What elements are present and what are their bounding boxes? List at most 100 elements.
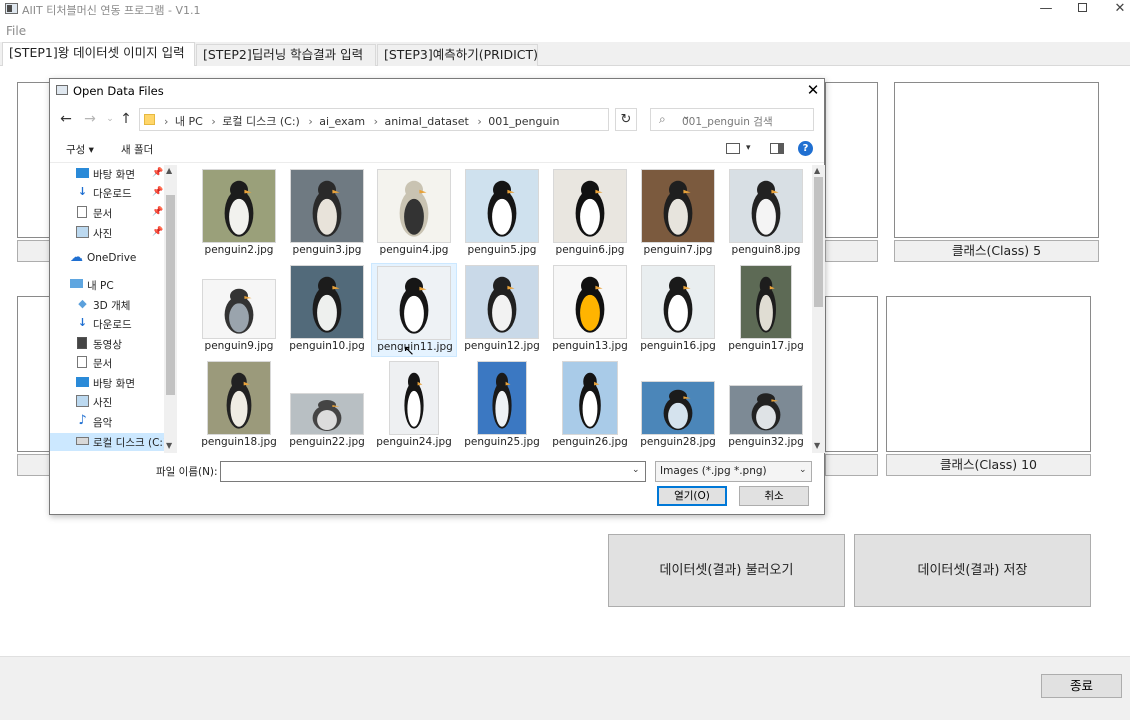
nav-item-desktop-pc[interactable]: 바탕 화면 — [76, 374, 164, 392]
nav-scroll-thumb[interactable] — [166, 195, 175, 395]
file-item[interactable]: penguin26.jpg — [547, 359, 633, 453]
penguin-thumbnail-icon — [562, 361, 618, 435]
file-item[interactable]: penguin6.jpg — [547, 167, 633, 261]
scroll-up-icon[interactable]: ▲ — [814, 166, 820, 175]
filename-input[interactable] — [220, 461, 646, 482]
cancel-button[interactable]: 취소 — [739, 486, 809, 506]
file-item[interactable]: penguin10.jpg — [284, 263, 370, 357]
forward-arrow-icon[interactable]: → — [80, 110, 100, 130]
picture-icon — [76, 395, 89, 407]
class10-label[interactable]: 클래스(Class) 10 — [886, 454, 1091, 476]
file-item[interactable]: penguin28.jpg — [635, 359, 721, 453]
penguin-thumbnail-icon — [389, 361, 439, 435]
files-scrollbar[interactable]: ▲ ▼ — [812, 165, 825, 453]
class9-image-box[interactable] — [825, 296, 878, 452]
chevron-down-icon[interactable]: ▾ — [746, 143, 751, 153]
new-folder-button[interactable]: 새 폴더 — [121, 142, 153, 157]
nav-item-3d-objects[interactable]: ◆ 3D 개체 — [76, 296, 164, 314]
nav-item-local-disk[interactable]: 로컬 디스크 (C:) — [50, 433, 167, 451]
file-item[interactable]: penguin5.jpg — [459, 167, 545, 261]
scroll-down-icon[interactable]: ▼ — [814, 441, 820, 450]
file-item[interactable]: penguin22.jpg — [284, 359, 370, 453]
file-name: penguin9.jpg — [204, 340, 274, 352]
dialog-close-button[interactable]: ✕ — [802, 81, 824, 101]
save-dataset-button[interactable]: 데이터셋(결과) 저장 — [854, 534, 1091, 607]
files-scroll-thumb[interactable] — [814, 177, 823, 307]
nav-item-pictures[interactable]: 사진 📌 — [76, 224, 164, 242]
up-arrow-icon[interactable]: ↑ — [116, 110, 136, 130]
file-item[interactable]: penguin17.jpg — [723, 263, 809, 357]
nav-item-documents[interactable]: 문서 📌 — [76, 204, 164, 222]
menu-file[interactable]: File — [6, 24, 26, 38]
chevron-down-icon[interactable]: ⌄ — [632, 465, 640, 475]
penguin-thumbnail-icon — [641, 265, 715, 339]
penguin-thumbnail-icon — [553, 169, 627, 243]
file-item[interactable]: penguin3.jpg — [284, 167, 370, 261]
download-icon: ↓ — [77, 185, 88, 198]
refresh-button[interactable]: ↻ — [615, 108, 637, 131]
search-input[interactable]: ⌕ 001_penguin 검색 — [650, 108, 814, 131]
filename-label: 파일 이름(N): — [156, 466, 218, 478]
close-button[interactable]: ✕ — [1100, 0, 1130, 20]
tab-step3[interactable]: [STEP3]예측하기(PRIDICT) — [377, 44, 538, 66]
nav-scrollbar[interactable]: ▲ ▼ — [164, 165, 177, 453]
class9-label[interactable] — [825, 454, 878, 476]
preview-pane-icon[interactable] — [770, 143, 784, 154]
nav-item-label: 음악 — [93, 417, 113, 429]
nav-item-videos[interactable]: 동영상 — [76, 335, 164, 353]
view-mode-icon[interactable] — [726, 143, 740, 154]
class10-image-box[interactable] — [886, 296, 1091, 452]
load-dataset-button[interactable]: 데이터셋(결과) 불러오기 — [608, 534, 845, 607]
maximize-button[interactable] — [1062, 0, 1102, 20]
nav-item-label: 다운로드 — [93, 319, 132, 331]
file-item[interactable]: penguin12.jpg — [459, 263, 545, 357]
minimize-button[interactable]: — — [1026, 0, 1066, 20]
file-item[interactable]: penguin2.jpg — [196, 167, 282, 261]
nav-item-desktop[interactable]: 바탕 화면 📌 — [76, 165, 164, 183]
address-bar[interactable]: › 내 PC › 로컬 디스크 (C:) › ai_exam › animal_… — [139, 108, 690, 131]
class4-image-box[interactable] — [825, 82, 878, 238]
file-name: penguin10.jpg — [289, 340, 365, 352]
file-item[interactable]: penguin7.jpg — [635, 167, 721, 261]
breadcrumb-item[interactable]: ai_exam — [319, 115, 365, 128]
file-item[interactable]: penguin16.jpg — [635, 263, 721, 357]
file-item[interactable]: penguin25.jpg — [459, 359, 545, 453]
nav-item-onedrive[interactable]: ☁ OneDrive — [70, 250, 164, 268]
nav-item-this-pc[interactable]: 내 PC — [70, 276, 164, 294]
file-item[interactable]: penguin8.jpg — [723, 167, 809, 261]
tab-step1[interactable]: [STEP1]왕 데이터셋 이미지 입력 — [2, 42, 195, 67]
desktop-icon — [76, 168, 89, 178]
penguin-thumbnail-icon — [465, 265, 539, 339]
scroll-down-icon[interactable]: ▼ — [166, 441, 172, 450]
file-type-select[interactable]: Images (*.jpg *.png) ⌄ — [655, 461, 812, 482]
breadcrumb-item[interactable]: 로컬 디스크 (C:) — [222, 115, 300, 128]
class5-label[interactable]: 클래스(Class) 5 — [894, 240, 1099, 262]
file-item[interactable]: penguin9.jpg — [196, 263, 282, 357]
breadcrumb-item[interactable]: 내 PC — [175, 115, 203, 128]
file-item[interactable]: penguin4.jpg — [371, 167, 457, 261]
nav-item-documents-pc[interactable]: 문서 — [76, 354, 164, 372]
tab-step2[interactable]: [STEP2]딥러닝 학습결과 입력 — [196, 44, 376, 66]
file-item[interactable]: penguin32.jpg — [723, 359, 809, 453]
open-button[interactable]: 열기(O) — [657, 486, 727, 506]
exit-button[interactable]: 종료 — [1041, 674, 1122, 698]
help-icon[interactable]: ? — [798, 141, 813, 156]
nav-item-downloads-pc[interactable]: ↓ 다운로드 — [76, 315, 164, 333]
back-arrow-icon[interactable]: ← — [56, 110, 76, 130]
nav-item-pictures-pc[interactable]: 사진 — [76, 393, 164, 411]
nav-item-label: 사진 — [93, 397, 113, 409]
nav-item-music[interactable]: ♪ 음악 — [76, 413, 164, 431]
nav-item-label: 동영상 — [93, 339, 122, 351]
breadcrumb-item[interactable]: 001_penguin — [488, 115, 559, 128]
file-item[interactable]: penguin13.jpg — [547, 263, 633, 357]
class4-label[interactable] — [825, 240, 878, 262]
download-icon: ↓ — [77, 316, 88, 329]
breadcrumb-item[interactable]: animal_dataset — [384, 115, 468, 128]
class5-image-box[interactable] — [894, 82, 1099, 238]
scroll-up-icon[interactable]: ▲ — [166, 166, 172, 175]
file-name: penguin25.jpg — [464, 436, 540, 448]
file-item[interactable]: penguin18.jpg — [196, 359, 282, 453]
organize-button[interactable]: 구성 ▾ — [66, 142, 94, 157]
nav-item-downloads[interactable]: ↓ 다운로드 📌 — [76, 184, 164, 202]
file-item[interactable]: penguin24.jpg — [371, 359, 457, 453]
